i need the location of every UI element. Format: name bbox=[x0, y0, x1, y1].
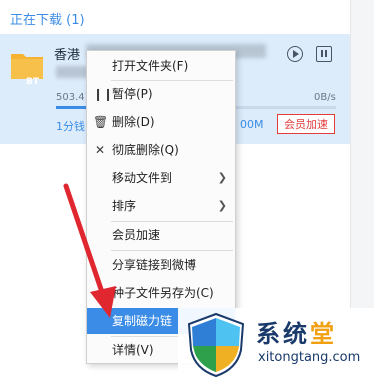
menu-item-delete-permanently[interactable]: ✕ 彻底删除(Q) bbox=[87, 137, 235, 163]
menu-item-label: 分享链接到微博 bbox=[112, 258, 197, 272]
pause-icon: ❙❙ bbox=[93, 87, 114, 101]
section-title-downloading[interactable]: 正在下载 (1) bbox=[10, 9, 85, 28]
menu-item-label: 暂停(P) bbox=[112, 87, 153, 101]
member-boost-button[interactable]: 会员加速 bbox=[277, 114, 335, 134]
task-eta: 1分钱 bbox=[56, 120, 85, 133]
menu-item-move-file[interactable]: 移动文件到 ❯ bbox=[87, 165, 235, 191]
watermark-title-main: 系统 bbox=[256, 320, 310, 348]
menu-separator bbox=[111, 250, 233, 251]
task-eta-right: 00M bbox=[240, 118, 264, 131]
menu-item-pause[interactable]: ❙❙ 暂停(P) bbox=[87, 81, 235, 107]
menu-item-open-folder[interactable]: 打开文件夹(F) bbox=[87, 53, 235, 79]
menu-item-label: 删除(D) bbox=[112, 115, 155, 129]
close-icon: ✕ bbox=[94, 143, 106, 157]
play-icon[interactable] bbox=[287, 46, 303, 62]
menu-item-sort[interactable]: 排序 ❯ bbox=[87, 193, 235, 219]
menu-item-save-torrent[interactable]: 种子文件另存为(C) bbox=[87, 280, 235, 306]
task-speed: 0B/s bbox=[314, 92, 336, 103]
watermark-title-accent: 堂 bbox=[310, 320, 337, 348]
menu-item-label: 种子文件另存为(C) bbox=[112, 286, 214, 300]
watermark-title: 系统堂 bbox=[256, 314, 337, 349]
bt-badge: BT bbox=[26, 77, 39, 87]
menu-item-label: 打开文件夹(F) bbox=[112, 59, 189, 73]
menu-item-label: 会员加速 bbox=[112, 228, 161, 242]
menu-item-label: 排序 bbox=[112, 199, 137, 213]
chevron-right-icon: ❯ bbox=[217, 199, 227, 212]
menu-item-label: 移动文件到 bbox=[112, 171, 173, 185]
menu-item-delete[interactable]: 🗑 删除(D) bbox=[87, 109, 235, 135]
task-name: 香港 bbox=[54, 48, 81, 63]
trash-icon: 🗑 bbox=[93, 115, 109, 129]
chevron-right-icon: ❯ bbox=[217, 171, 227, 184]
menu-item-share-weibo[interactable]: 分享链接到微博 bbox=[87, 252, 235, 278]
shield-logo-icon bbox=[187, 312, 245, 378]
watermark-url: xitongtang.com bbox=[258, 350, 361, 365]
menu-item-label: 复制磁力链 bbox=[112, 314, 173, 328]
pause-button-icon[interactable] bbox=[316, 46, 332, 62]
menu-item-label: 彻底删除(Q) bbox=[112, 143, 179, 157]
menu-item-label: 详情(V) bbox=[112, 343, 154, 357]
menu-item-member-boost[interactable]: 会员加速 bbox=[87, 222, 235, 248]
bt-folder-icon: BT bbox=[10, 47, 44, 87]
